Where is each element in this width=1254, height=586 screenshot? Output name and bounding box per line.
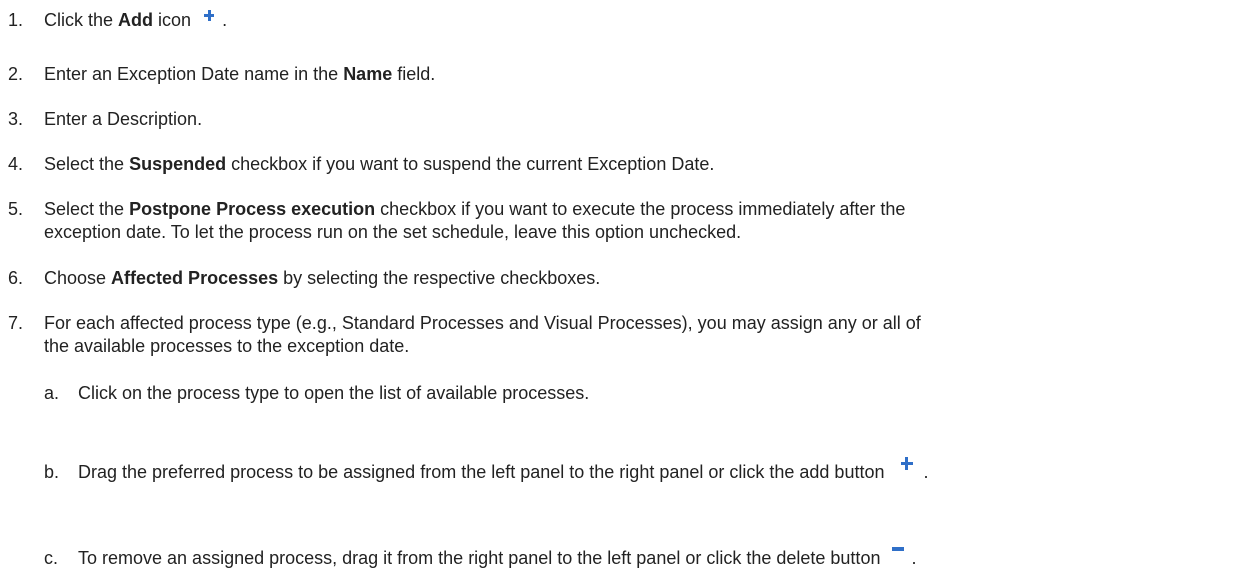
substep-text: To remove an assigned process, drag it f… bbox=[78, 548, 881, 568]
substep-letter: a. bbox=[44, 383, 60, 403]
step-text: Enter a Description. bbox=[44, 109, 203, 129]
step-bold: Suspended bbox=[129, 154, 227, 174]
step-text: . bbox=[222, 10, 228, 30]
add-button-icon bbox=[890, 449, 924, 483]
step-text: Enter an Exception Date name in the bbox=[44, 64, 344, 84]
step-bold: Name bbox=[343, 64, 393, 84]
step-number: 5. bbox=[8, 199, 24, 219]
step-text: checkbox if you want to suspend the curr… bbox=[226, 154, 715, 174]
step-number: 2. bbox=[8, 64, 24, 84]
step-text: Click the bbox=[44, 10, 119, 30]
step-number: 7. bbox=[8, 313, 24, 333]
step-text: field. bbox=[392, 64, 436, 84]
step-bold: Add bbox=[118, 10, 154, 30]
substep-text: . bbox=[911, 548, 917, 568]
step-text: icon bbox=[153, 10, 192, 30]
step-text: Select the bbox=[44, 199, 130, 219]
step-bold: Affected Processes bbox=[111, 268, 279, 288]
substep-text: . bbox=[923, 462, 929, 482]
step-number: 4. bbox=[8, 154, 24, 174]
step-text: checkbox if you want to execute the proc… bbox=[375, 199, 906, 219]
substep-text: Click on the process type to open the li… bbox=[78, 383, 590, 403]
step-number: 1. bbox=[8, 10, 24, 30]
substep-text: Drag the preferred process to be assigne… bbox=[78, 462, 885, 482]
step-text: exception date. To let the process run o… bbox=[44, 222, 742, 242]
step-text: Select the bbox=[44, 154, 130, 174]
step-text: the available processes to the exception… bbox=[44, 336, 410, 356]
step-bold: Postpone Process execution bbox=[129, 199, 376, 219]
step-number: 3. bbox=[8, 109, 24, 129]
add-icon bbox=[196, 4, 222, 30]
step-text: Choose bbox=[44, 268, 112, 288]
step-text: For each affected process type (e.g., St… bbox=[44, 313, 921, 333]
substep-letter: c. bbox=[44, 548, 59, 568]
step-text: by selecting the respective checkboxes. bbox=[278, 268, 601, 288]
step-number: 6. bbox=[8, 268, 24, 288]
delete-button-icon bbox=[885, 535, 911, 569]
substep-letter: b. bbox=[44, 462, 60, 482]
